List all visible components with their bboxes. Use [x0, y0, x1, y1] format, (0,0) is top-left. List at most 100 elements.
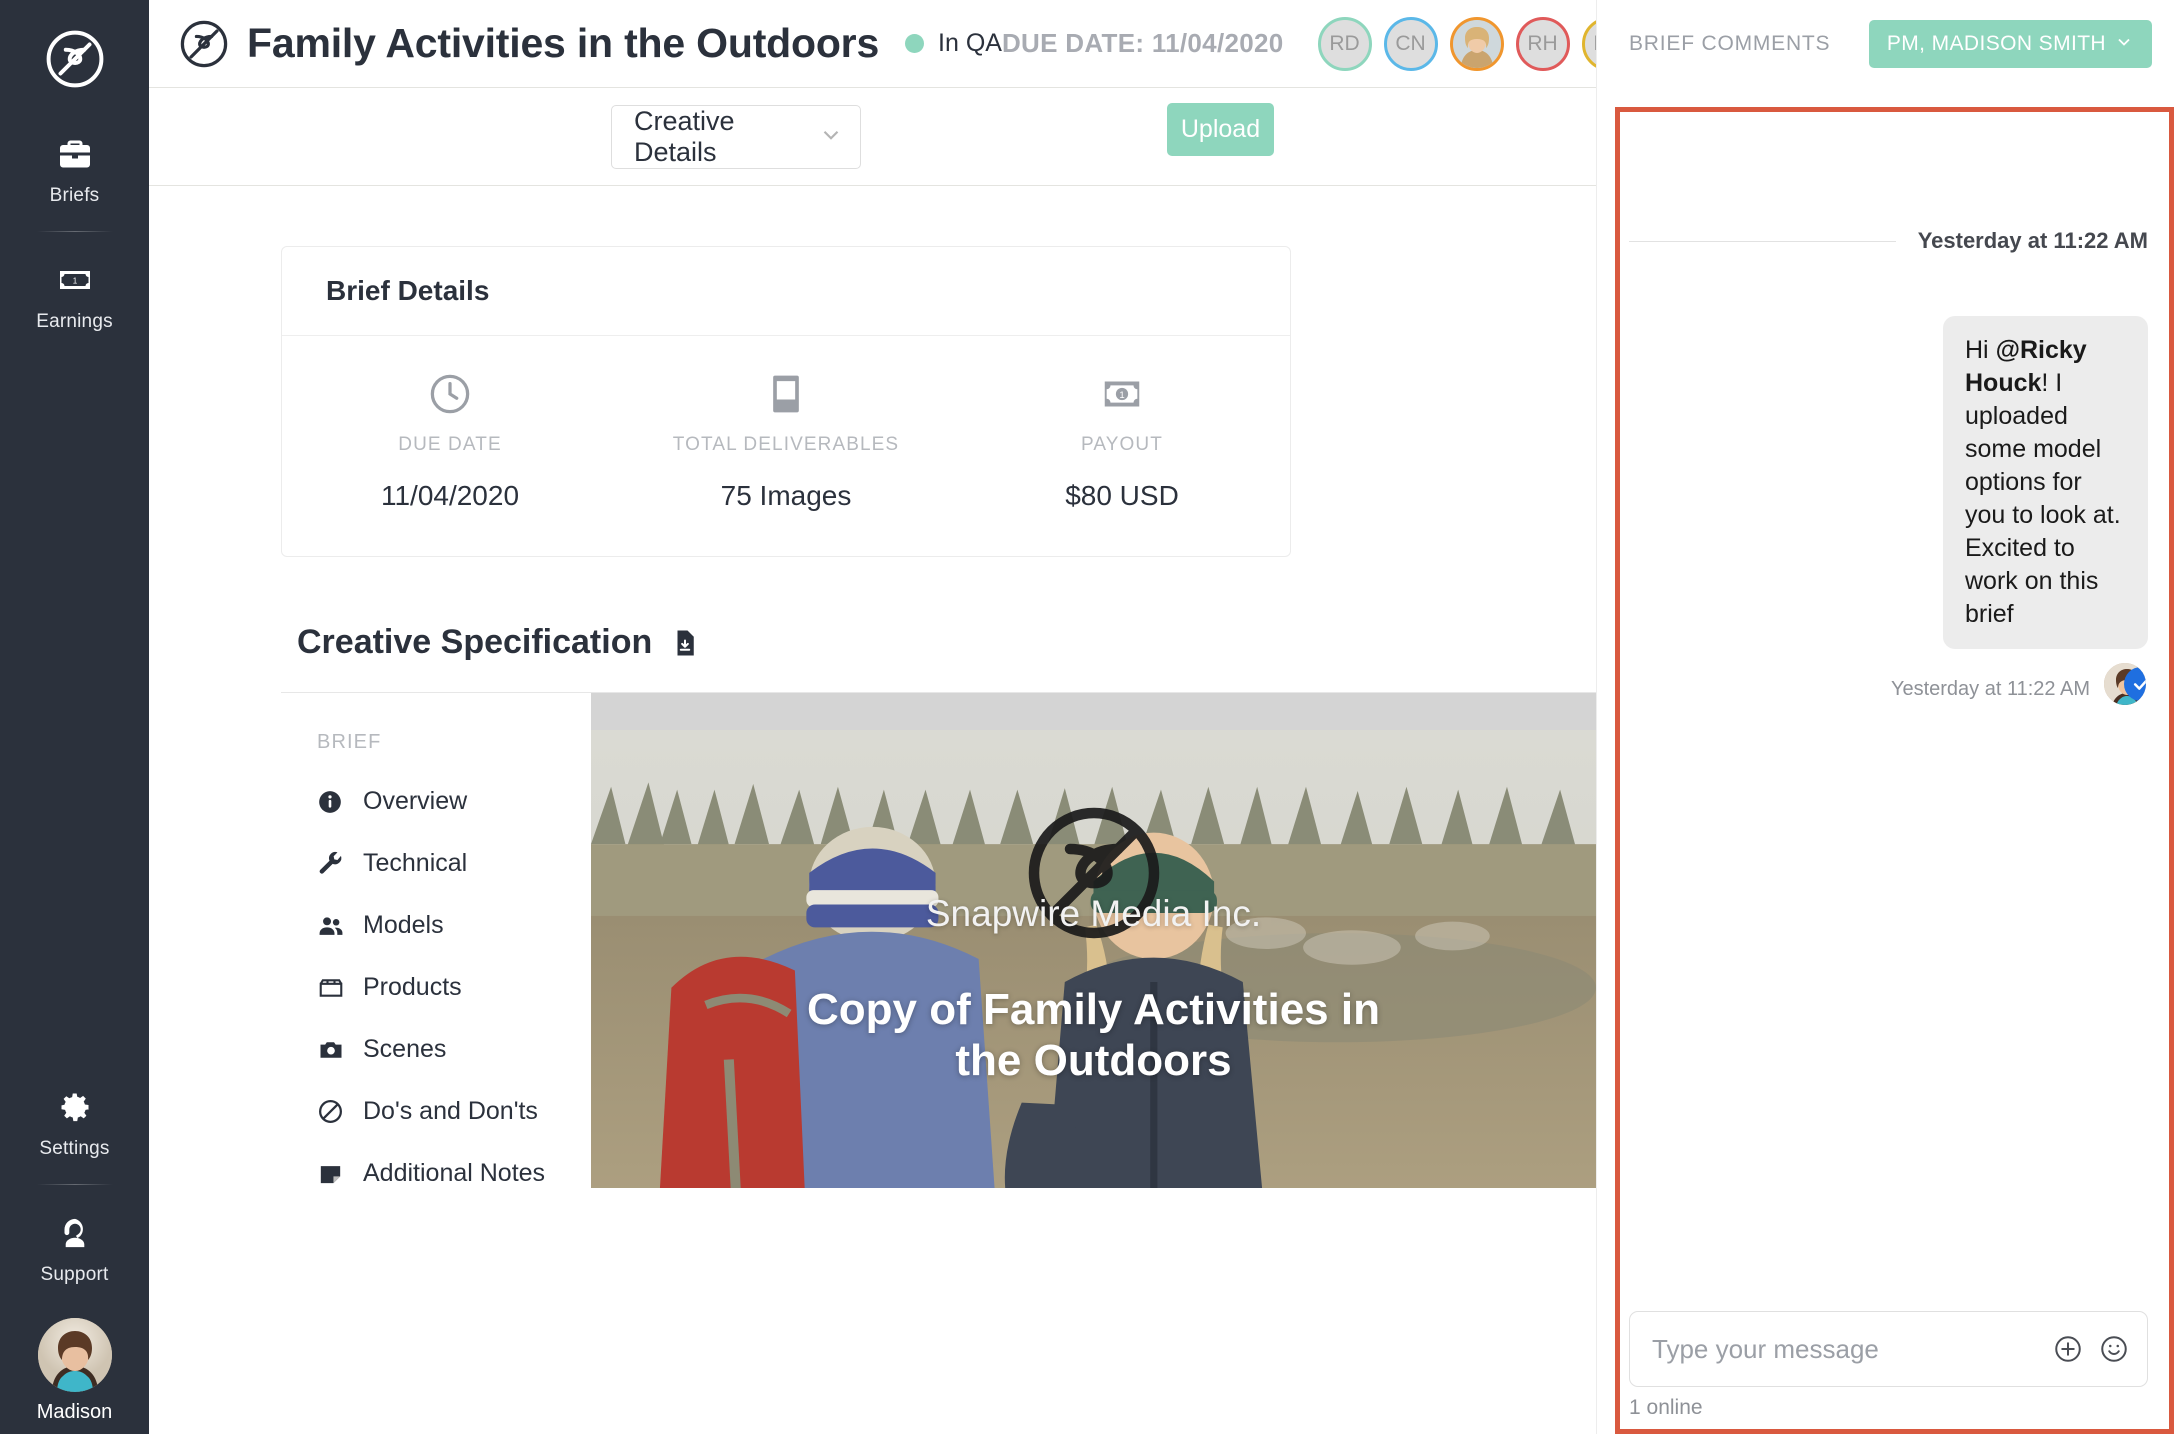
spec-nav-label: Models	[363, 911, 444, 939]
stat-value: $80 USD	[1065, 480, 1179, 511]
message-composer: 1 online	[1597, 1311, 2174, 1434]
pm-selector-label: PM, MADISON SMITH	[1886, 32, 2106, 55]
avatar[interactable]: RD	[1317, 16, 1372, 71]
spec-nav-label: Additional Notes	[363, 1159, 546, 1187]
avatar[interactable]	[2102, 661, 2148, 707]
day-separator: Yesterday at 11:22 AM	[1629, 228, 2148, 254]
creative-spec-nav: BRIEF Overview Technical Models Products…	[281, 693, 591, 1188]
view-select-value: Creative Details	[634, 106, 735, 167]
stat-value: 75 Images	[720, 480, 852, 511]
stat-due-date: DUE DATE 11/04/2020	[282, 370, 618, 512]
sidebar-item-settings[interactable]: Settings	[0, 1073, 149, 1170]
sidebar-item-support[interactable]: Support	[0, 1199, 149, 1296]
content-scroll-area: Brief Details DUE DATE 11/04/2020 TOTAL …	[149, 186, 1596, 1434]
day-separator-line	[1629, 240, 1896, 242]
spec-nav-label: Do's and Don'ts	[363, 1097, 538, 1125]
status-badge: In QA	[905, 29, 1002, 58]
no-entry-icon	[317, 1098, 347, 1125]
sidebar-item-label: Earnings	[36, 311, 113, 332]
smiley-icon[interactable]	[2099, 1334, 2129, 1364]
avatar[interactable]: CN	[1383, 16, 1438, 71]
brief-details-header: Brief Details	[282, 247, 1290, 336]
message-body: ! I uploaded some model options for you …	[1965, 369, 2121, 628]
spec-nav-item-scenes[interactable]: Scenes	[317, 1035, 591, 1064]
stat-label: TOTAL DELIVERABLES	[672, 434, 900, 455]
spec-nav-item-additional-notes[interactable]: Additional Notes	[317, 1159, 591, 1188]
banknote-icon: 1	[1099, 370, 1145, 418]
upload-button[interactable]: Upload	[1167, 103, 1274, 156]
due-date-label: DUE DATE: 11/04/2020	[1001, 28, 1284, 58]
view-select[interactable]: Creative Details	[611, 105, 861, 169]
avatar[interactable]: RH	[1515, 16, 1570, 71]
online-status: 1 online	[1629, 1396, 1703, 1419]
creative-spec-nav-heading: BRIEF	[317, 731, 382, 753]
box-icon	[317, 974, 347, 1002]
message-input[interactable]	[1652, 1333, 2037, 1365]
camera-icon	[317, 1036, 347, 1064]
stat-label: PAYOUT	[1081, 434, 1163, 455]
rail-user-name: Madison	[36, 1401, 113, 1423]
stat-value: 11/04/2020	[380, 480, 520, 511]
file-download-icon[interactable]	[670, 628, 700, 658]
creative-spec-header: Creative Specification	[297, 623, 1596, 662]
chevron-down-icon	[818, 122, 844, 152]
spec-nav-item-dos-and-donts[interactable]: Do's and Don'ts	[317, 1097, 591, 1126]
message-timestamp: Yesterday at 11:22 AM	[1890, 678, 2090, 700]
rail-divider	[36, 1184, 113, 1185]
clock-icon	[427, 370, 473, 418]
spec-nav-label: Products	[363, 973, 462, 1001]
sidebar-item-label: Briefs	[49, 185, 100, 206]
main-column: Family Activities in the Outdoors In QA …	[149, 0, 1636, 1434]
stat-payout: 1 PAYOUT $80 USD	[954, 370, 1290, 512]
left-nav-rail: Briefs 1 Earnings Settings Support Madis…	[0, 0, 149, 1434]
svg-text:1: 1	[72, 277, 77, 286]
briefcase-icon	[55, 134, 95, 174]
collaborator-avatars: RD CN RH RC	[1306, 16, 1636, 71]
spec-nav-item-models[interactable]: Models	[317, 911, 591, 940]
sidebar-item-briefs[interactable]: Briefs	[0, 120, 149, 217]
pm-selector-button[interactable]: PM, MADISON SMITH	[1868, 20, 2152, 68]
plus-circle-icon[interactable]	[2053, 1334, 2083, 1364]
info-icon	[317, 789, 347, 815]
comments-thread: Yesterday at 11:22 AM Hi @Ricky Houck! I…	[1597, 88, 2174, 1311]
sidebar-item-label: Settings	[39, 1138, 110, 1159]
page-title: Family Activities in the Outdoors	[247, 20, 880, 66]
brief-comments-panel: BRIEF COMMENTS PM, MADISON SMITH Yesterd…	[1596, 0, 2174, 1434]
message-greeting: Hi	[1965, 336, 1996, 364]
banknote-icon: 1	[55, 260, 95, 300]
composer-box[interactable]	[1629, 1311, 2148, 1387]
hero-company-name: Snapwire Media Inc.	[925, 893, 1262, 934]
day-separator-label: Yesterday at 11:22 AM	[1917, 228, 2148, 253]
image-icon	[764, 370, 808, 418]
content-toolbar: Creative Details Upload	[149, 88, 1596, 186]
rail-secondary-nav: Settings Support Madison	[0, 1073, 149, 1424]
rail-user-block[interactable]: Madison	[0, 1318, 149, 1424]
snapwire-s-logo	[177, 17, 231, 71]
brief-details-card: Brief Details DUE DATE 11/04/2020 TOTAL …	[281, 246, 1291, 557]
app-root: Briefs 1 Earnings Settings Support Madis…	[0, 0, 2174, 1434]
svg-text:1: 1	[1119, 390, 1124, 401]
creative-spec-body: BRIEF Overview Technical Models Products…	[281, 692, 1596, 1188]
spec-nav-label: Scenes	[363, 1035, 447, 1063]
avatar[interactable]	[1449, 16, 1504, 71]
brief-details-stats: DUE DATE 11/04/2020 TOTAL DELIVERABLES 7…	[282, 336, 1290, 556]
snapwire-s-logo[interactable]	[42, 26, 108, 92]
message-meta: Yesterday at 11:22 AM	[1891, 661, 2148, 707]
header-right: DUE DATE: 11/04/2020 RD CN RH RC	[1001, 16, 1636, 71]
spec-nav-label: Overview	[363, 787, 468, 815]
spec-nav-item-technical[interactable]: Technical	[317, 849, 591, 878]
creative-spec-title: Creative Specification	[297, 623, 653, 661]
spec-nav-item-products[interactable]: Products	[317, 973, 591, 1002]
hero-text-overlay: Snapwire Media Inc. Copy of Family Activ…	[591, 693, 1596, 1188]
spec-nav-label: Technical	[363, 849, 468, 877]
status-label: In QA	[938, 29, 1002, 57]
avatar[interactable]	[37, 1318, 112, 1392]
comments-panel-title: BRIEF COMMENTS	[1629, 32, 1831, 55]
rail-divider	[36, 231, 113, 232]
spec-nav-item-overview[interactable]: Overview	[317, 787, 591, 816]
sidebar-item-earnings[interactable]: 1 Earnings	[0, 246, 149, 343]
status-dot-icon	[905, 34, 925, 53]
people-icon	[317, 912, 347, 940]
brief-hero-image: Snapwire Media Inc. Copy of Family Activ…	[591, 693, 1596, 1188]
hero-brief-name: Copy of Family Activities in the Outdoor…	[807, 985, 1380, 1085]
